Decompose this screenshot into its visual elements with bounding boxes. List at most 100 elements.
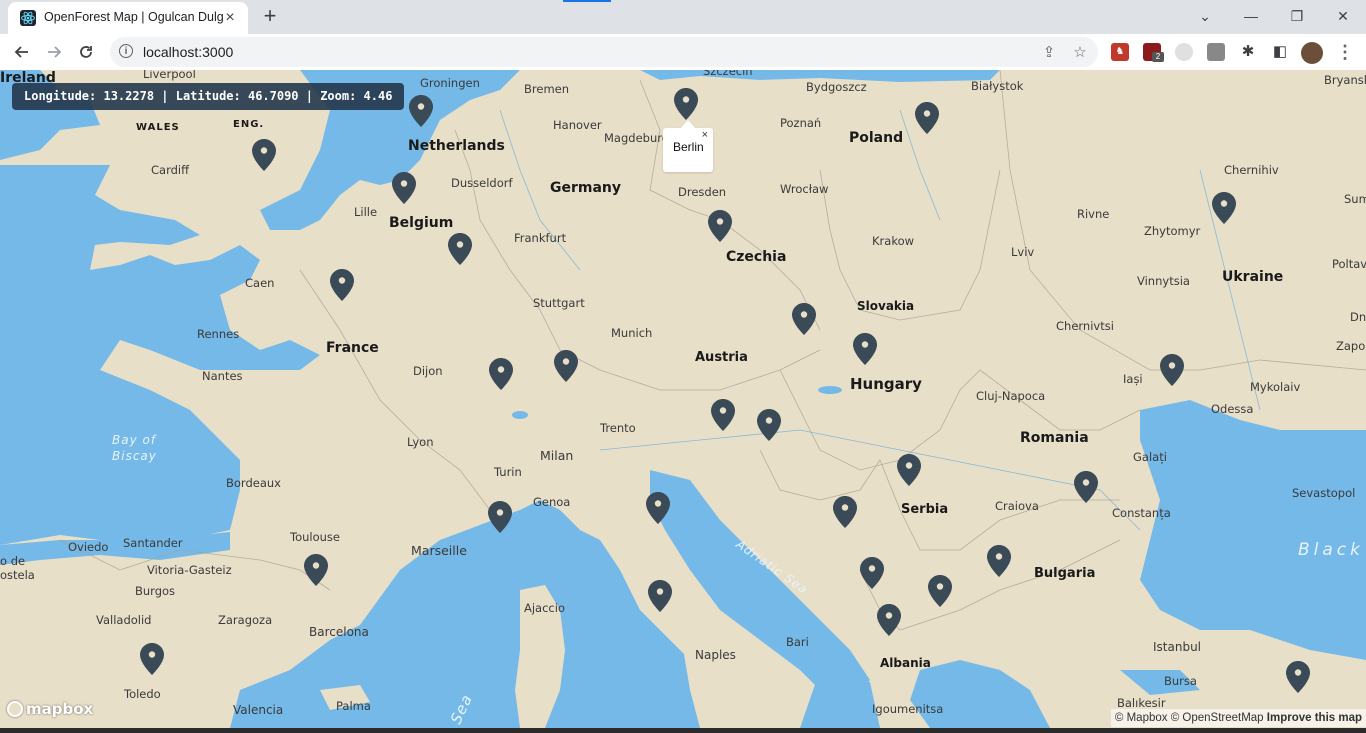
mapbox-attribution-link[interactable]: © Mapbox [1115, 712, 1168, 724]
marker-pin-icon [674, 88, 698, 120]
minimize-button[interactable]: — [1228, 2, 1274, 30]
city-label: Sum [1344, 192, 1366, 206]
map-marker[interactable] [986, 544, 1012, 578]
city-label: Genoa [533, 495, 571, 509]
map-marker[interactable] [1285, 660, 1311, 694]
country-label: Hungary [850, 375, 922, 393]
city-label: Hanover [553, 118, 602, 132]
address-bar[interactable]: i localhost:3000 ⇪ ☆ [110, 37, 1098, 67]
city-label: Constanța [1112, 506, 1171, 520]
side-panel-icon[interactable]: ◧ [1271, 43, 1289, 61]
mapbox-logo[interactable]: mapbox [7, 700, 93, 720]
city-label: Bremen [524, 82, 570, 96]
country-label: France [326, 340, 379, 356]
map-marker[interactable] [710, 398, 736, 432]
profile-avatar[interactable] [1301, 42, 1323, 64]
country-label: Poland [849, 130, 904, 146]
map-marker[interactable] [647, 579, 673, 613]
coordinates-readout: Longitude: 13.2278 | Latitude: 46.7090 |… [12, 83, 405, 110]
country-label: Germany [550, 180, 622, 196]
city-label: Krakow [872, 234, 915, 248]
tab-title: OpenForest Map | Ogulcan Dulger [44, 10, 224, 24]
marker-pin-icon [409, 95, 433, 127]
extension-red-icon[interactable]: ♞ [1111, 43, 1129, 61]
marker-pin-icon [897, 454, 921, 486]
map-marker[interactable] [391, 171, 417, 205]
marker-pin-icon [392, 172, 416, 204]
map-marker[interactable] [852, 332, 878, 366]
map-marker[interactable] [645, 491, 671, 525]
map-marker[interactable] [139, 642, 165, 676]
map-marker[interactable] [876, 603, 902, 637]
marker-pin-icon [330, 269, 354, 301]
map-marker[interactable] [707, 209, 733, 243]
share-icon[interactable]: ⇪ [1040, 44, 1058, 62]
map-marker[interactable] [329, 268, 355, 302]
map-marker[interactable] [553, 349, 579, 383]
extension-circle-icon[interactable] [1175, 43, 1193, 61]
marker-pin-icon [1074, 471, 1098, 503]
map-marker[interactable] [791, 302, 817, 336]
map-marker[interactable] [927, 574, 953, 608]
city-label: Iași [1123, 372, 1143, 386]
map-marker[interactable] [303, 553, 329, 587]
back-arrow-icon[interactable] [8, 38, 36, 66]
extension-gray-icon[interactable] [1207, 43, 1225, 61]
browser-menu-icon[interactable]: ⋮ [1336, 40, 1354, 64]
new-tab-button[interactable]: + [257, 4, 283, 30]
improve-map-link[interactable]: Improve this map [1267, 712, 1362, 724]
city-label: Caen [245, 276, 275, 290]
city-label: Białystok [971, 79, 1024, 93]
popup-label: Berlin [673, 140, 704, 154]
map-marker[interactable] [251, 138, 277, 172]
tab-strip: OpenForest Map | Ogulcan Dulger × + ⌄ — … [0, 0, 1366, 34]
map-marker[interactable] [408, 94, 434, 128]
extensions-puzzle-icon[interactable]: ✱ [1239, 43, 1257, 61]
map-marker[interactable] [896, 453, 922, 487]
country-label: Slovakia [857, 299, 915, 313]
forward-arrow-icon[interactable] [40, 38, 68, 66]
map-marker[interactable] [1159, 353, 1185, 387]
restore-button[interactable]: ❐ [1274, 2, 1320, 30]
country-label: Belgium [389, 215, 454, 231]
map-marker[interactable] [673, 87, 699, 121]
marker-pin-icon [1286, 661, 1310, 693]
city-label: Odessa [1211, 402, 1254, 416]
city-label: Dni [1350, 310, 1366, 324]
bookmark-star-icon[interactable]: ☆ [1071, 44, 1089, 62]
map-marker[interactable] [859, 556, 885, 590]
map-marker[interactable] [447, 232, 473, 266]
site-info-icon[interactable]: i [119, 44, 133, 58]
city-label: Oviedo [68, 540, 109, 554]
map-marker[interactable] [832, 495, 858, 529]
osm-attribution-link[interactable]: © OpenStreetMap [1171, 712, 1264, 724]
marker-pin-icon [140, 643, 164, 675]
tab-close-icon[interactable]: × [220, 8, 240, 28]
map-marker[interactable] [1211, 191, 1237, 225]
map-marker[interactable] [1073, 470, 1099, 504]
marker-pin-icon [489, 358, 513, 390]
city-label: Lille [354, 205, 378, 219]
city-label: Lyon [407, 435, 434, 449]
map-canvas[interactable]: Ireland Netherlands Belgium Germany Pola… [0, 70, 1366, 728]
marker-pin-icon [928, 575, 952, 607]
map-marker[interactable] [488, 357, 514, 391]
water-label: Biscay [112, 449, 157, 463]
reload-icon[interactable] [72, 38, 100, 66]
browser-tab[interactable]: OpenForest Map | Ogulcan Dulger × [8, 2, 248, 34]
city-label: Turin [494, 465, 522, 479]
city-label: Stuttgart [533, 296, 585, 310]
city-label: Galați [1133, 450, 1167, 464]
map-marker[interactable] [914, 101, 940, 135]
city-label: Munich [611, 326, 653, 340]
marker-pin-icon [554, 350, 578, 382]
map-marker[interactable] [756, 408, 782, 442]
map-marker[interactable] [487, 500, 513, 534]
ublock-extension-icon[interactable]: 2 [1143, 43, 1164, 62]
tab-search-icon[interactable]: ⌄ [1182, 2, 1228, 30]
city-label: Zhytomyr [1144, 224, 1201, 238]
close-window-button[interactable]: ✕ [1320, 2, 1366, 30]
country-label: Albania [880, 656, 931, 670]
map-attribution: © Mapbox © OpenStreetMap Improve this ma… [1110, 709, 1366, 727]
country-label: Bulgaria [1034, 566, 1096, 581]
